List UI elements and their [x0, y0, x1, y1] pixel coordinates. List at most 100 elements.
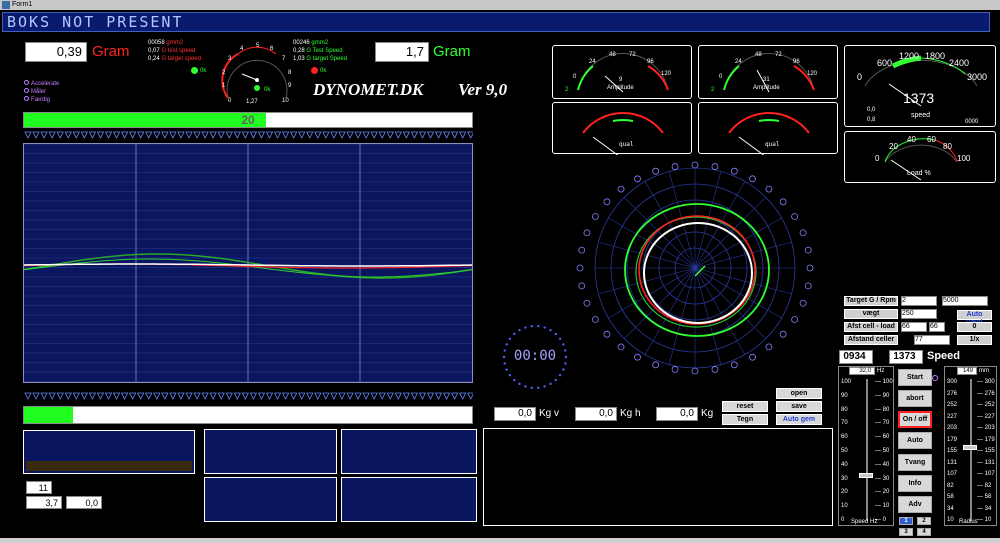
marker-row-bottom: [24, 392, 473, 400]
amp2-tick-3: 72: [775, 52, 782, 58]
marker-triangle: [370, 392, 378, 400]
afst-zero-button[interactable]: 0: [957, 322, 992, 332]
bottom-value-3: 0,0: [66, 496, 102, 509]
left-stat-3-label: G target speed: [161, 56, 202, 62]
center-ok-label: 0k: [264, 87, 271, 93]
amp2-tick-2: 48: [755, 52, 762, 58]
marker-triangle: [209, 392, 217, 400]
marker-triangle: [354, 131, 362, 139]
left-stat-1-num: 00058: [148, 40, 165, 46]
target-g-input[interactable]: 2: [901, 296, 937, 306]
vaegt-label-button[interactable]: vægt: [844, 309, 898, 319]
marker-triangle: [451, 392, 459, 400]
marker-triangle: [32, 392, 40, 400]
timer-dot: [524, 326, 527, 329]
afst-input-2[interactable]: 66: [929, 322, 945, 332]
speed-tick-3: 1800: [925, 51, 946, 61]
left-ok-indicator: [191, 67, 198, 74]
auto-gem-button[interactable]: Auto gem: [776, 414, 822, 425]
radius-slider-thumb[interactable]: [963, 445, 977, 451]
polar-marker: [691, 161, 699, 169]
radius-tick-left: 252: [947, 402, 958, 408]
hz-unit: Hz: [877, 368, 885, 374]
marker-triangle: [346, 392, 354, 400]
polar-marker: [779, 330, 787, 338]
marker-triangle: [145, 392, 153, 400]
marker-triangle: [306, 131, 314, 139]
polar-marker: [765, 343, 773, 351]
radius-tick-right: — 131: [977, 459, 995, 466]
afst-label-button[interactable]: Afst cell - load: [844, 322, 898, 332]
target-label-button[interactable]: Target G / Rpm: [844, 296, 898, 306]
marker-triangle: [394, 392, 402, 400]
left-gram-unit: Gram: [92, 43, 130, 60]
tvang-button[interactable]: Tvang: [898, 454, 932, 471]
kg-unit: Kg: [701, 408, 714, 419]
timer-dot: [549, 382, 552, 386]
auto-button[interactable]: Auto: [898, 432, 932, 449]
vaegt-input[interactable]: 250: [901, 309, 937, 319]
amplitude-gauge-2: 0 24 48 72 96 120 31 Amplitude 2: [698, 45, 838, 99]
polar-marker: [711, 163, 719, 170]
speed-small-2: 0,8: [867, 117, 876, 123]
afst-input-1[interactable]: 66: [901, 322, 927, 332]
radius-tick-left: 10: [947, 517, 954, 523]
radius-tick-right: — 252: [977, 402, 995, 408]
hz-tick-left: 40: [841, 461, 848, 468]
polar-marker: [806, 264, 814, 272]
radius-tick-left: 82: [947, 482, 954, 489]
hz-slider-track[interactable]: [866, 379, 868, 521]
target-rpm-input[interactable]: 5000: [942, 296, 988, 306]
marker-triangle: [40, 131, 48, 139]
legend-dot-icon: [24, 96, 29, 101]
open-button[interactable]: open: [776, 388, 822, 399]
polar-spoke: [694, 267, 722, 365]
page-3-button[interactable]: 3: [899, 528, 913, 536]
onoff-button[interactable]: On / off: [898, 411, 932, 428]
save-button[interactable]: save: [776, 401, 822, 412]
marker-triangle: [233, 392, 241, 400]
polar-marker: [799, 229, 807, 237]
radius-tick-right: — 155: [977, 448, 995, 454]
tegn-button[interactable]: Tegn: [722, 414, 768, 425]
page-2-button[interactable]: 2: [917, 517, 931, 525]
amp2-value: 31: [763, 77, 770, 83]
hz-slider-thumb[interactable]: [859, 472, 873, 478]
rpm-right-display: 1373: [889, 350, 923, 364]
marker-triangle: [273, 131, 282, 139]
center-gauge-tick-7: 7: [282, 56, 286, 62]
load-tick-4: 80: [943, 142, 952, 151]
marker-triangle: [169, 392, 177, 400]
inverse-button[interactable]: 1/x: [957, 335, 992, 345]
speed-label: speed: [911, 112, 931, 119]
page-1-button[interactable]: 1: [899, 517, 913, 525]
reset-button[interactable]: reset: [722, 401, 768, 412]
timer-dot: [543, 326, 546, 329]
speed-gauge: 0 600 1200 1800 2400 3000 1373 speed 0,0…: [844, 45, 996, 127]
adv-setup-button[interactable]: Adv setup: [898, 496, 932, 523]
start-button[interactable]: Start: [898, 369, 932, 386]
polar-marker: [583, 229, 591, 237]
rpm-left-display: 0934: [839, 350, 873, 364]
load-tick-1: 20: [889, 142, 898, 151]
marker-triangle: [225, 131, 233, 139]
polar-marker: [603, 198, 611, 206]
app-icon: [2, 1, 10, 9]
center-gauge-tick-2: 2: [222, 70, 226, 76]
auto-vaegt-button[interactable]: Auto vægt: [957, 310, 992, 326]
radius-tick-left: 58: [947, 494, 954, 500]
marker-triangle: [467, 131, 473, 139]
info-button[interactable]: Info: [898, 475, 932, 492]
page-4-button[interactable]: 4: [917, 528, 931, 536]
radius-tick-right: — 276: [977, 390, 995, 397]
polar-spoke: [608, 267, 696, 319]
amplitude-gauge-1: 0 24 48 72 96 120 9 Amplitude 2: [552, 45, 692, 99]
timer-dot: [513, 378, 516, 382]
hz-tick-left: 10: [841, 503, 848, 510]
marker-triangle: [64, 392, 72, 400]
abort-button[interactable]: abort: [898, 390, 932, 407]
afstand-label-button[interactable]: Afstand celler: [844, 335, 898, 345]
afstand-input[interactable]: 77: [914, 335, 950, 345]
center-gauge-tick-6: 6: [270, 46, 274, 52]
speed-tick-5: 3000: [967, 72, 988, 82]
